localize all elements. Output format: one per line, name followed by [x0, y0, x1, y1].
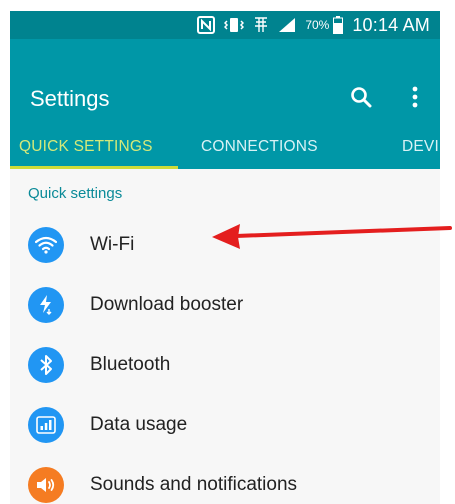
screenshot: 70% 10:14 AM Settings QUICK SETTINGS CON…	[0, 0, 455, 504]
list-item-wifi[interactable]: Wi-Fi	[10, 215, 440, 275]
list-item-download-booster[interactable]: Download booster	[10, 275, 440, 335]
battery-percent: 70%	[305, 18, 330, 32]
list-item-label: Wi-Fi	[90, 234, 135, 255]
list-item-sounds-notifications[interactable]: Sounds and notifications	[10, 455, 440, 504]
battery-icon	[333, 16, 344, 34]
app-bar: Settings	[10, 39, 440, 125]
list-item-label: Download booster	[90, 294, 244, 315]
tab-bar: QUICK SETTINGS CONNECTIONS DEVI	[10, 125, 440, 169]
list-item-bluetooth[interactable]: Bluetooth	[10, 335, 440, 395]
hd-voice-icon	[253, 16, 269, 34]
signal-icon	[278, 17, 296, 33]
vibrate-icon	[224, 17, 245, 33]
bluetooth-icon	[28, 347, 64, 383]
more-vert-icon[interactable]	[402, 84, 428, 110]
volume-icon	[28, 467, 64, 503]
app-actions	[348, 84, 428, 110]
tab-quick-settings[interactable]: QUICK SETTINGS	[19, 125, 153, 169]
status-time: 10:14 AM	[352, 14, 430, 35]
section-header: Quick settings	[28, 185, 123, 202]
tab-connections[interactable]: CONNECTIONS	[201, 125, 318, 169]
wifi-icon	[28, 227, 64, 263]
status-bar: 70% 10:14 AM	[10, 11, 440, 39]
data-usage-icon	[28, 407, 64, 443]
list-item-data-usage[interactable]: Data usage	[10, 395, 440, 455]
list-item-label: Sounds and notifications	[90, 474, 298, 495]
search-icon[interactable]	[348, 84, 374, 110]
phone-screen: 70% 10:14 AM Settings QUICK SETTINGS CON…	[10, 11, 440, 504]
quick-settings-list: Quick settings Wi-Fi Download booster Bl…	[10, 169, 440, 504]
list-item-label: Data usage	[90, 414, 188, 435]
nfc-icon	[197, 16, 216, 34]
tab-device[interactable]: DEVI	[402, 125, 439, 169]
download-booster-icon	[28, 287, 64, 323]
list-item-label: Bluetooth	[90, 354, 171, 375]
page-title: Settings	[30, 86, 110, 111]
